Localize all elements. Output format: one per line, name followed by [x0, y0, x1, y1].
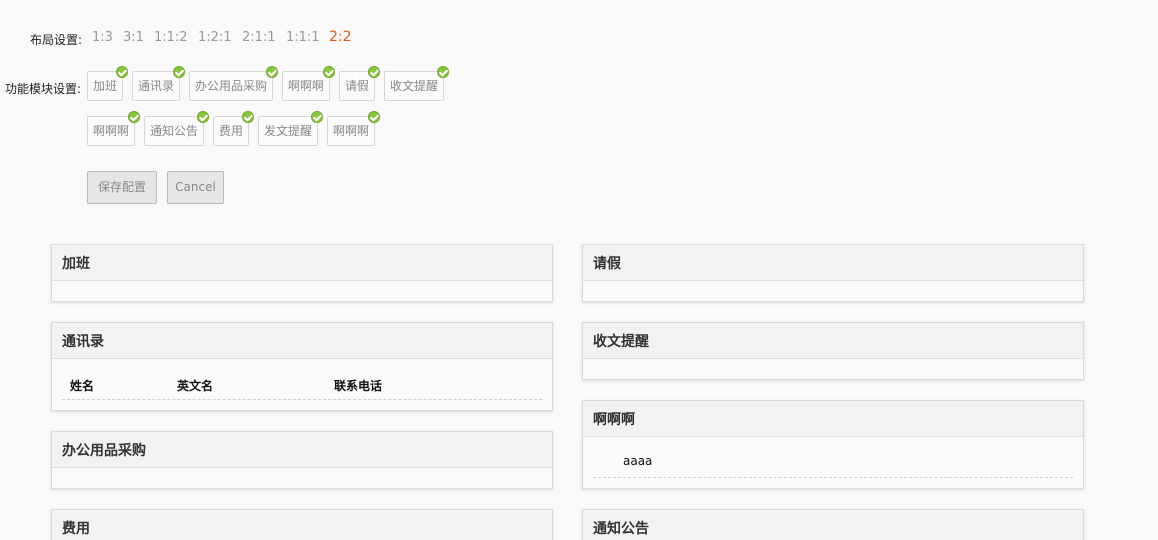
column-header-name: 姓名 [70, 379, 95, 393]
check-icon [368, 66, 380, 78]
check-icon [437, 66, 449, 78]
module-chip-notice[interactable]: 通知公告 [144, 111, 209, 146]
panel-incoming-reminder: 收文提醒 [582, 322, 1084, 380]
module-chip-label: 加班 [92, 79, 117, 93]
check-icon [266, 66, 278, 78]
layout-option-1-3[interactable]: 1:3 [92, 30, 113, 45]
column-header-english-name: 英文名 [177, 379, 214, 393]
panel-title: 通知公告 [583, 510, 1083, 540]
panel-title: 啊啊啊 [583, 401, 1083, 437]
module-chip-leave[interactable]: 请假 [339, 66, 380, 101]
module-chip-label: 通知公告 [149, 124, 198, 138]
panel-overtime: 加班 [51, 244, 553, 302]
check-icon [368, 111, 380, 123]
module-chip-aaa-3[interactable]: 啊啊啊 [327, 111, 380, 146]
module-chip-label: 通讯录 [137, 79, 174, 93]
module-chip-aaa-1[interactable]: 啊啊啊 [282, 66, 335, 101]
divider [62, 399, 542, 400]
module-chip-office-supplies[interactable]: 办公用品采购 [189, 66, 278, 101]
layout-option-1-1-1[interactable]: 1:1:1 [286, 30, 320, 45]
module-chip-aaa-2[interactable]: 啊啊啊 [87, 111, 140, 146]
check-icon [242, 111, 254, 123]
module-chip-outgoing-reminder[interactable]: 发文提醒 [258, 111, 323, 146]
module-chip-label: 啊啊啊 [287, 79, 324, 93]
layout-option-1-2-1[interactable]: 1:2:1 [198, 30, 232, 45]
module-chip-label: 办公用品采购 [194, 79, 267, 93]
layout-option-3-1[interactable]: 3:1 [123, 30, 144, 45]
module-chip-label: 啊啊啊 [332, 124, 369, 138]
check-icon [323, 66, 335, 78]
panel-expense: 费用 [51, 509, 553, 540]
page: 布局设置: 1:3 3:1 1:1:2 1:2:1 2:1:1 1:1:1 2:… [0, 0, 1158, 540]
layout-option-2-2[interactable]: 2:2 [329, 29, 352, 45]
panel-office-supplies: 办公用品采购 [51, 431, 553, 489]
panel-notice: 通知公告 [582, 509, 1084, 540]
module-chip-incoming-reminder[interactable]: 收文提醒 [384, 66, 449, 101]
module-chip-label: 啊啊啊 [92, 124, 129, 138]
check-icon [128, 111, 140, 123]
module-chip-contacts[interactable]: 通讯录 [132, 66, 185, 101]
check-icon [311, 111, 323, 123]
layout-option-1-1-2[interactable]: 1:1:2 [154, 30, 188, 45]
panel-title: 加班 [52, 245, 552, 281]
panel-title: 收文提醒 [583, 323, 1083, 359]
panel-title: 通讯录 [52, 323, 552, 359]
layout-option-2-1-1[interactable]: 2:1:1 [242, 30, 276, 45]
save-config-button[interactable]: 保存配置 [87, 171, 157, 204]
module-chip-label: 费用 [218, 124, 243, 138]
module-chip-overtime[interactable]: 加班 [87, 66, 128, 101]
panel-aaa: 啊啊啊 aaaa [582, 400, 1084, 489]
panel-title: 费用 [52, 510, 552, 540]
module-chip-label: 收文提醒 [389, 79, 438, 93]
check-icon [197, 111, 209, 123]
panel-leave: 请假 [582, 244, 1084, 302]
divider [593, 477, 1073, 478]
column-header-phone: 联系电话 [334, 379, 383, 393]
layout-setting-label: 布局设置: [30, 33, 83, 47]
check-icon [173, 66, 185, 78]
module-setting-label: 功能模块设置: [5, 82, 82, 96]
module-chip-label: 发文提醒 [263, 124, 312, 138]
cancel-button[interactable]: Cancel [167, 171, 224, 204]
panel-title: 办公用品采购 [52, 432, 552, 468]
check-icon [116, 66, 128, 78]
list-item[interactable]: aaaa [623, 454, 652, 468]
module-chip-expense[interactable]: 费用 [213, 111, 254, 146]
module-chip-label: 请假 [344, 79, 369, 93]
panel-title: 请假 [583, 245, 1083, 281]
panel-contacts: 通讯录 姓名 英文名 联系电话 [51, 322, 553, 411]
